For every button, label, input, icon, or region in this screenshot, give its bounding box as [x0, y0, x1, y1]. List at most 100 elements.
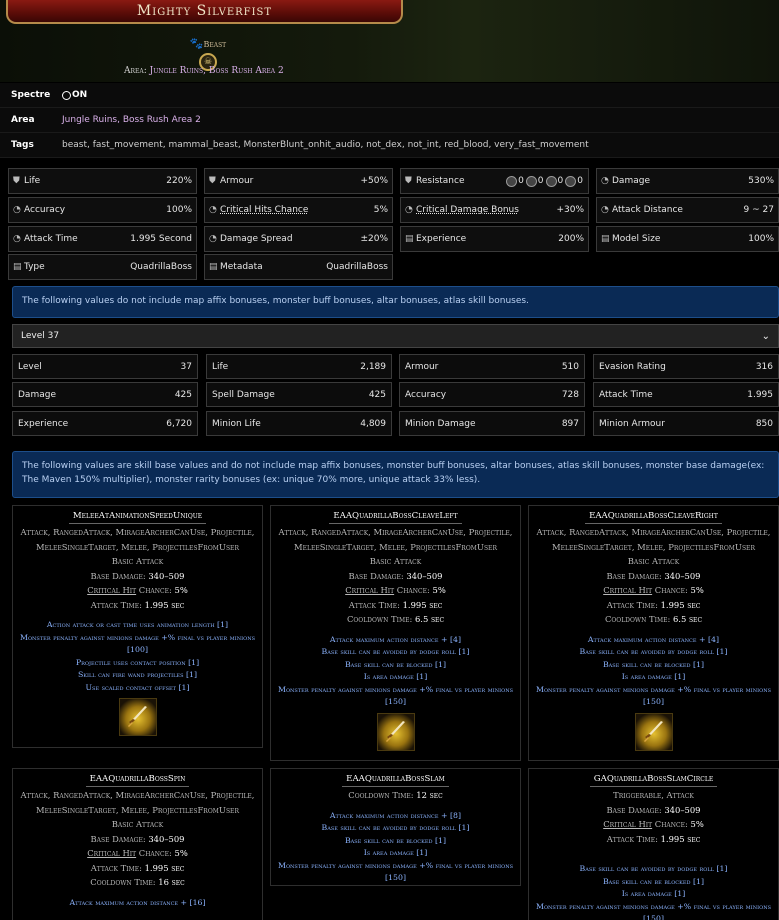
skill-mod: Monster penalty against minions damage +…	[19, 632, 256, 655]
skill-crit: Critical Hit Chance: 5%	[529, 583, 778, 598]
skill-tags: Triggerable, Attack	[613, 790, 694, 800]
stat-label: Resistance	[416, 176, 465, 186]
gauge-icon: ◔	[13, 204, 21, 215]
level-stat: Minion Damage 897	[399, 411, 585, 436]
stat-label: Damage	[612, 176, 650, 186]
gauge-icon: ◔	[601, 175, 609, 186]
skill-tags: Attack, RangedAttack, MirageArcherCanUse…	[536, 527, 771, 552]
level-select-value: Level 37	[21, 331, 60, 341]
crit-link[interactable]: Critical Hit	[603, 819, 652, 829]
header-area-value: Jungle Ruins, Boss Rush Area 2	[149, 66, 284, 76]
stat-value: +50%	[360, 176, 388, 186]
tags-row: Tags beast, fast_movement, mammal_beast,…	[0, 133, 779, 158]
level-stat-label: Minion Life	[212, 418, 261, 429]
stat-label-link[interactable]: Critical Hits Chance	[220, 205, 308, 215]
label: Base Damage:	[90, 570, 146, 581]
crit-link[interactable]: Critical Hit	[87, 848, 136, 858]
level-select[interactable]: Level 37 ⌄	[12, 324, 779, 348]
spectre-toggle[interactable]: ON	[62, 90, 87, 100]
label: Cooldown Time:	[90, 877, 156, 887]
header-area-label: Area:	[124, 66, 147, 76]
skill-name: EAAQuadrillaBossSlam	[342, 773, 449, 787]
stat-label: Experience	[416, 234, 467, 244]
info-note-bonuses: The following values do not include map …	[12, 286, 779, 318]
area-label: Area	[11, 115, 35, 125]
sword-icon	[376, 712, 415, 751]
cold-resistance-icon	[525, 175, 537, 187]
skill-card: MeleeAtAnimationSpeedUnique Attack, Rang…	[12, 505, 263, 748]
stat-armour: ⛊ Armour +50%	[204, 168, 393, 194]
label: Base Damage:	[606, 570, 662, 581]
stat-label-link[interactable]: Critical Damage Bonus	[416, 205, 519, 215]
stat-damage: ◔ Damage 530%	[596, 168, 779, 194]
value: 340–509	[148, 570, 185, 581]
stat-metadata: ▤ Metadata QuadrillaBoss	[204, 254, 393, 280]
stat-critical-damage-bonus: ◔ Critical Damage Bonus +30%	[400, 197, 589, 223]
value: 340–509	[148, 833, 185, 844]
skill-mod: Skill can fire wand projectiles [1]	[77, 670, 198, 679]
resistance-values: 0 0 0 0	[506, 175, 584, 187]
level-stat-label: Spell Damage	[212, 389, 275, 400]
stat-model-size: ▤ Model Size 100%	[596, 226, 779, 252]
value: 6.5 sec	[672, 614, 703, 624]
skill-card: EAAQuadrillaBossCleaveRight Attack, Rang…	[528, 505, 779, 761]
shield-icon: ⛊	[209, 175, 216, 186]
gauge-icon: ◔	[209, 204, 217, 215]
stat-label: Attack Time	[24, 234, 78, 244]
skill-card: GAQuadrillaBossSlamCircle Triggerable, A…	[528, 768, 779, 920]
stat-label: Type	[24, 262, 45, 272]
area-value[interactable]: Jungle Ruins, Boss Rush Area 2	[62, 115, 201, 125]
label: Chance:	[136, 585, 172, 595]
skill-base-damage: Base Damage: 340–509	[271, 569, 520, 584]
value: 340–509	[406, 570, 443, 581]
lightning-resistance-icon	[545, 175, 557, 187]
skill-cooldown: Cooldown Time: 16 sec	[13, 875, 262, 890]
stat-label: Life	[24, 176, 41, 186]
stat-value: QuadrillaBoss	[326, 262, 388, 272]
skill-card: EAAQuadrillaBossSpin Attack, RangedAttac…	[12, 768, 263, 920]
level-stat-label: Attack Time	[599, 389, 653, 400]
class-label: Beast	[203, 40, 227, 49]
crit-link[interactable]: Critical Hit	[87, 585, 136, 595]
level-stat-label: Accuracy	[405, 389, 447, 400]
stat-value: ±20%	[360, 234, 388, 244]
skill-mod: Attack maximum action distance + [4]	[329, 634, 462, 644]
level-stat-value: 316	[755, 361, 773, 372]
label: Cooldown Time:	[346, 614, 413, 624]
stat-value: 200%	[558, 234, 584, 244]
skill-cooldown: Cooldown Time: 12 sec	[271, 788, 520, 803]
stat-value: 5%	[373, 205, 388, 215]
book-icon: ▤	[601, 233, 610, 244]
chevron-down-icon: ⌄	[761, 330, 770, 342]
skill-card: EAAQuadrillaBossCleaveLeft Attack, Range…	[270, 505, 521, 761]
skill-mod: Base skill can be blocked [1]	[344, 659, 447, 669]
gauge-icon: ◔	[601, 204, 609, 215]
skill-crit: Critical Hit Chance: 5%	[529, 817, 778, 832]
stat-value: 100%	[166, 205, 192, 215]
value: 1.995 sec	[144, 599, 185, 610]
label: Attack Time:	[606, 833, 658, 844]
level-stat-value: 6,720	[166, 418, 192, 429]
value: 340–509	[664, 570, 701, 581]
skill-crit: Critical Hit Chance: 5%	[271, 583, 520, 598]
label: Attack Time:	[348, 599, 400, 610]
crit-link[interactable]: Critical Hit	[603, 585, 652, 595]
toggle-icon	[62, 90, 71, 100]
stat-label: Metadata	[220, 262, 263, 272]
skill-tags: Attack, RangedAttack, MirageArcherCanUse…	[20, 790, 255, 815]
level-stat-value: 728	[561, 389, 579, 400]
value: 5%	[174, 848, 188, 858]
skill-kind: Basic Attack	[111, 556, 164, 566]
level-stat: Minion Armour 850	[593, 411, 779, 436]
value: 5%	[432, 585, 446, 595]
spectre-label: Spectre	[11, 90, 51, 100]
stat-label: Armour	[220, 176, 254, 186]
spectre-toggle-label: ON	[72, 90, 88, 100]
stat-label: Attack Distance	[612, 205, 683, 215]
skill-mod: Attack maximum action distance + [16]	[69, 897, 206, 907]
book-icon: ▤	[209, 261, 218, 272]
crit-link[interactable]: Critical Hit	[345, 585, 394, 595]
label: Base Damage:	[348, 570, 404, 581]
label: Chance:	[652, 819, 688, 829]
gauge-icon: ◔	[13, 233, 21, 244]
